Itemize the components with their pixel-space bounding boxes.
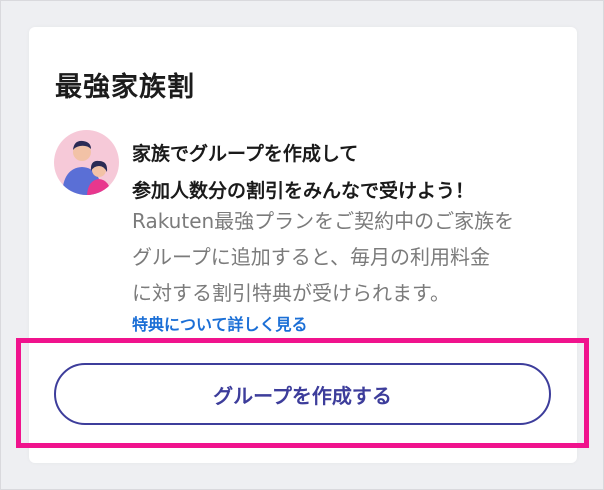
family-illustration-icon xyxy=(54,130,119,195)
create-group-button[interactable]: グループを作成する xyxy=(54,363,551,425)
description-line-3: に対する割引特典が受けられます。 xyxy=(132,281,450,305)
card-title: 最強家族割 xyxy=(55,72,195,103)
benefit-details-link[interactable]: 特典について詳しく見る xyxy=(132,311,308,335)
feature-description: Rakuten最強プランをご契約中のご家族を グループに追加すると、毎月の利用料… xyxy=(132,203,552,311)
page-background: 最強家族割 家族でグループを作成して 参加人数分の割引をみんなで受けよう！ Ra… xyxy=(0,0,604,490)
description-line-1: Rakuten最強プランをご契約中のご家族を xyxy=(132,209,515,233)
headline-line-1: 家族でグループを作成して xyxy=(132,143,359,165)
feature-headline: 家族でグループを作成して 参加人数分の割引をみんなで受けよう！ xyxy=(132,136,474,210)
description-line-2: グループに追加すると、毎月の利用料金 xyxy=(132,245,490,269)
